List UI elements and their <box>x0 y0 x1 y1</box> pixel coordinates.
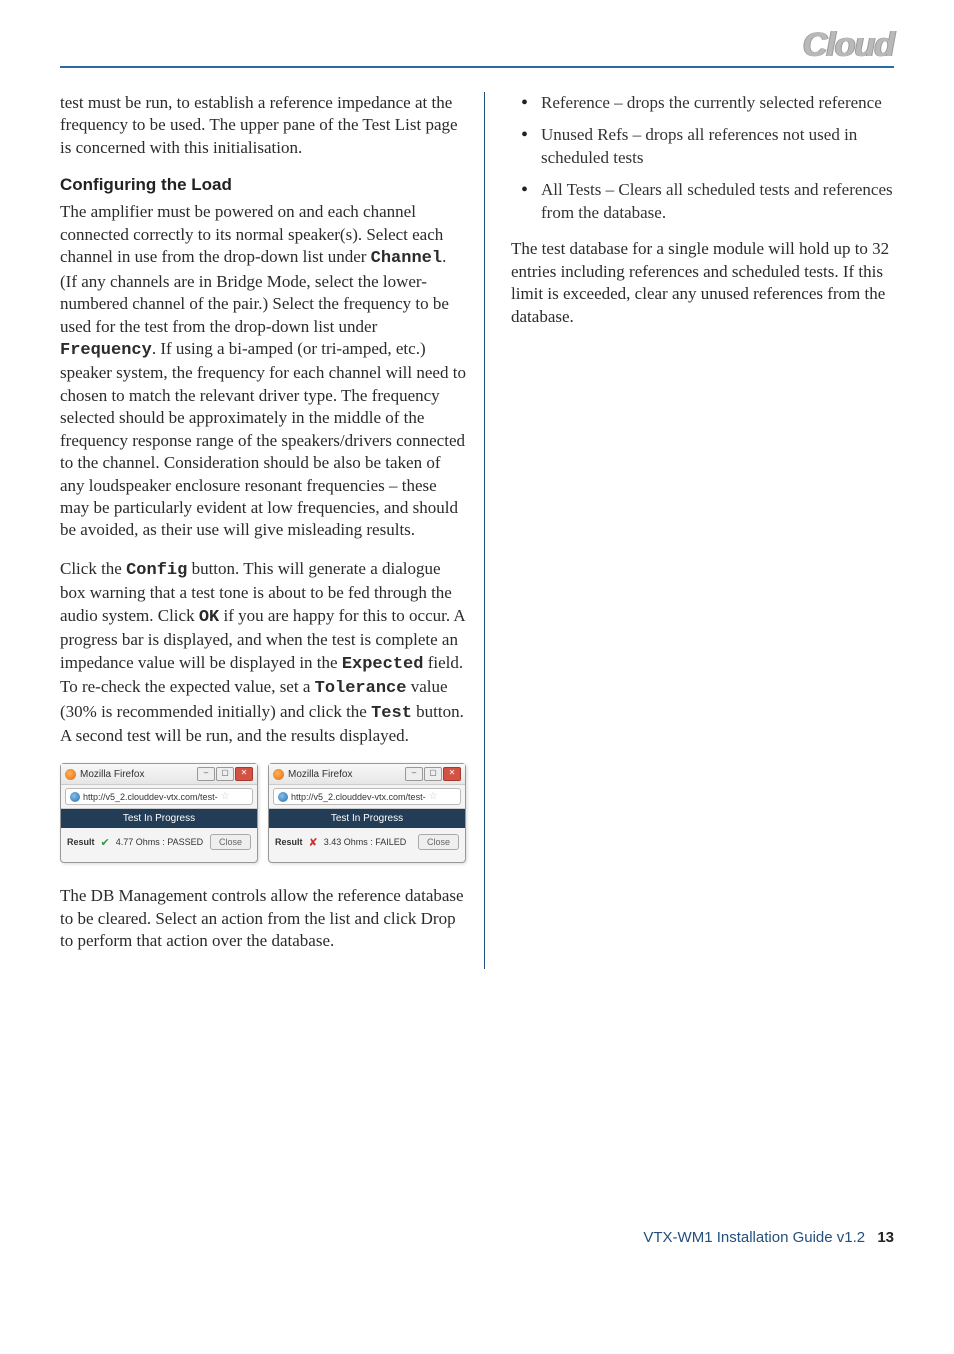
header-rule: Cloud <box>60 28 894 68</box>
minimize-button[interactable]: – <box>405 767 423 781</box>
paragraph-config-button: Click the Config button. This will gener… <box>60 558 466 748</box>
inline-code-tolerance: Tolerance <box>315 679 407 698</box>
url-text: http://v5_2.clouddev-vtx.com/test- <box>291 792 426 802</box>
maximize-button[interactable]: ▢ <box>216 767 234 781</box>
page-number: 13 <box>877 1229 894 1246</box>
text-run: . If using a bi-amped (or tri-amped, etc… <box>60 339 466 540</box>
window-title: Mozilla Firefox <box>80 769 144 780</box>
footer-title: VTX-WM1 Installation Guide v1.2 <box>643 1229 865 1246</box>
bullet-reference: Reference – drops the currently selected… <box>511 92 894 114</box>
screenshot-row: Mozilla Firefox – ▢ ✕ http://v5_2.cloudd… <box>60 763 466 863</box>
globe-icon <box>278 792 288 802</box>
cross-icon: ✘ <box>309 836 318 849</box>
inline-code-test: Test <box>371 704 412 723</box>
maximize-button[interactable]: ▢ <box>424 767 442 781</box>
paragraph-db-limit: The test database for a single module wi… <box>511 238 894 328</box>
result-row: Result ✘ 3.43 Ohms : FAILED Close <box>269 828 465 862</box>
window-title: Mozilla Firefox <box>288 769 352 780</box>
intro-paragraph: test must be run, to establish a referen… <box>60 92 466 159</box>
close-button[interactable]: Close <box>418 834 459 850</box>
bullet-list: Reference – drops the currently selected… <box>511 92 894 224</box>
paragraph-config-load: The amplifier must be powered on and eac… <box>60 201 466 542</box>
inline-code-expected: Expected <box>342 655 424 674</box>
address-bar[interactable]: http://v5_2.clouddev-vtx.com/test- ☆ <box>273 788 461 805</box>
result-value-failed: 3.43 Ohms : FAILED <box>324 837 407 847</box>
address-bar-row: http://v5_2.clouddev-vtx.com/test- ☆ <box>61 785 257 809</box>
progress-banner: Test In Progress <box>61 809 257 828</box>
firefox-icon <box>273 769 284 780</box>
brand-logo: Cloud <box>803 26 894 65</box>
page-footer: VTX-WM1 Installation Guide v1.2 13 <box>60 1229 894 1246</box>
popup-passed: Mozilla Firefox – ▢ ✕ http://v5_2.cloudd… <box>60 763 258 863</box>
bookmark-star-icon[interactable]: ☆ <box>429 791 438 802</box>
bullet-unused-refs: Unused Refs – drops all references not u… <box>511 124 894 169</box>
window-close-button[interactable]: ✕ <box>443 767 461 781</box>
paragraph-db-management: The DB Management controls allow the ref… <box>60 885 466 952</box>
firefox-icon <box>65 769 76 780</box>
globe-icon <box>70 792 80 802</box>
url-text: http://v5_2.clouddev-vtx.com/test- <box>83 792 218 802</box>
result-label: Result <box>67 837 95 847</box>
minimize-button[interactable]: – <box>197 767 215 781</box>
window-title-bar: Mozilla Firefox – ▢ ✕ <box>61 764 257 785</box>
address-bar-row: http://v5_2.clouddev-vtx.com/test- ☆ <box>269 785 465 809</box>
section-heading-configuring: Configuring the Load <box>60 175 466 195</box>
result-row: Result ✔ 4.77 Ohms : PASSED Close <box>61 828 257 862</box>
result-value-passed: 4.77 Ohms : PASSED <box>116 837 203 847</box>
progress-banner: Test In Progress <box>269 809 465 828</box>
text-run: Click the <box>60 559 126 578</box>
bullet-all-tests: All Tests – Clears all scheduled tests a… <box>511 179 894 224</box>
window-close-button[interactable]: ✕ <box>235 767 253 781</box>
inline-code-config: Config <box>126 561 187 580</box>
check-icon: ✔ <box>101 836 110 849</box>
right-column: Reference – drops the currently selected… <box>507 92 894 969</box>
result-label: Result <box>275 837 303 847</box>
bookmark-star-icon[interactable]: ☆ <box>221 791 230 802</box>
window-title-bar: Mozilla Firefox – ▢ ✕ <box>269 764 465 785</box>
inline-code-channel: Channel <box>371 249 442 268</box>
popup-failed: Mozilla Firefox – ▢ ✕ http://v5_2.cloudd… <box>268 763 466 863</box>
inline-code-frequency: Frequency <box>60 341 152 360</box>
left-column: test must be run, to establish a referen… <box>60 92 485 969</box>
inline-code-ok: OK <box>199 608 219 627</box>
address-bar[interactable]: http://v5_2.clouddev-vtx.com/test- ☆ <box>65 788 253 805</box>
close-button[interactable]: Close <box>210 834 251 850</box>
